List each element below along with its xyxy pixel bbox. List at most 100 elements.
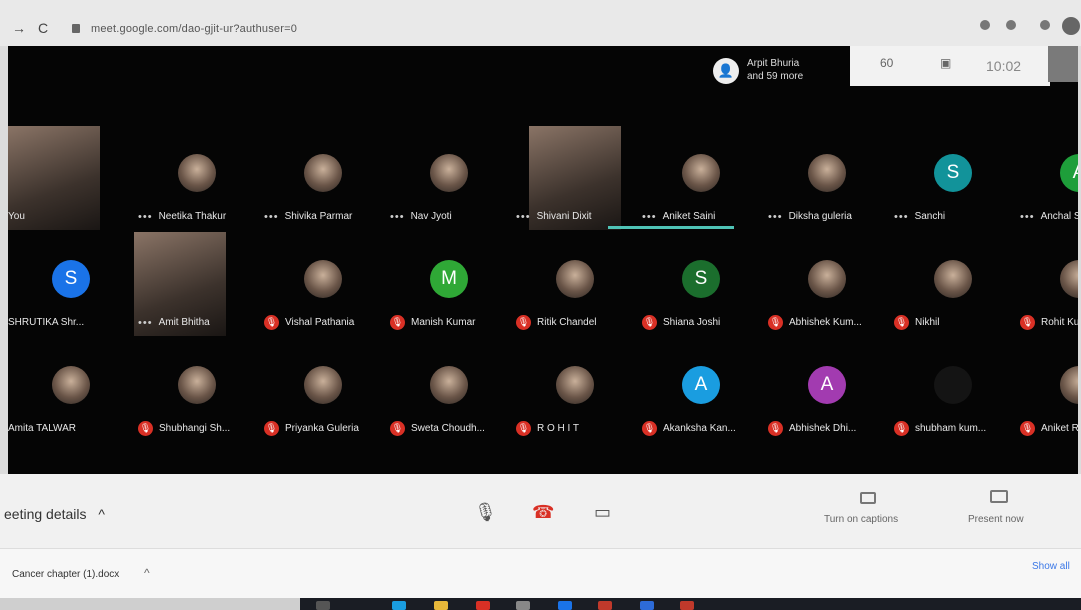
- url-text[interactable]: meet.google.com/dao-gjit-ur?authuser=0: [91, 23, 297, 35]
- more-options-icon[interactable]: •••: [390, 211, 405, 223]
- participant-avatar: S: [52, 260, 90, 298]
- more-options-icon[interactable]: •••: [894, 211, 909, 223]
- taskbar-search-area: [0, 598, 300, 610]
- participant-name: Priyanka Guleria: [285, 423, 359, 435]
- participant-tile[interactable]: 🎙 R O H I T: [512, 338, 638, 442]
- participant-name: Manish Kumar: [411, 317, 476, 329]
- more-options-icon[interactable]: •••: [1020, 211, 1035, 223]
- people-count-icon[interactable]: 60: [880, 56, 893, 70]
- participant-name: Ritik Chandel: [537, 317, 597, 329]
- more-options-icon[interactable]: •••: [768, 211, 783, 223]
- captions-icon[interactable]: [860, 492, 876, 504]
- participant-tile[interactable]: 🎙 Vishal Pathania: [260, 232, 386, 336]
- chrome-icon[interactable]: [476, 601, 490, 610]
- participant-name-row: 🎙 Rohit Kum: [1016, 314, 1078, 330]
- download-file-name[interactable]: Cancer chapter (1).docx: [12, 569, 119, 580]
- search-icon[interactable]: [316, 601, 330, 610]
- participant-name: Amita TALWAR: [8, 423, 76, 435]
- profile-avatar[interactable]: [1062, 17, 1080, 35]
- participant-tile[interactable]: 🎙 Aniket Ran: [1016, 338, 1078, 442]
- participant-name-row: 🎙 Sweta Choudh...: [386, 420, 512, 436]
- edge-icon[interactable]: [392, 601, 406, 610]
- participant-avatar: A: [1060, 154, 1078, 192]
- more-options-icon[interactable]: •••: [138, 211, 153, 223]
- participant-tile[interactable]: ••• Amit Bhitha: [134, 232, 260, 336]
- participant-tile[interactable]: ••• Diksha guleria: [764, 126, 890, 230]
- participant-tile[interactable]: ••• Aniket Saini: [638, 126, 764, 230]
- participant-tile[interactable]: You: [8, 126, 134, 230]
- microphone-icon[interactable]: 🎙: [474, 502, 497, 523]
- participant-tile[interactable]: S ••• Sanchi: [890, 126, 1016, 230]
- top-right-panel: 60 ▣ 10:02: [850, 46, 1050, 86]
- participant-tile[interactable]: ••• Nav Jyoti: [386, 126, 512, 230]
- participant-tile[interactable]: 🎙 Abhishek Kum...: [764, 232, 890, 336]
- participant-avatar: [934, 366, 972, 404]
- meeting-details-button[interactable]: eeting details ^: [4, 506, 105, 522]
- participant-avatar: [556, 366, 594, 404]
- participant-tile[interactable]: 🎙 Nikhil: [890, 232, 1016, 336]
- mic-off-icon: 🎙: [138, 421, 153, 436]
- user-icon: 👤: [713, 58, 739, 84]
- participant-tile[interactable]: A 🎙 Akanksha Kan...: [638, 338, 764, 442]
- participant-tile[interactable]: 🎙 Rohit Kum: [1016, 232, 1078, 336]
- participant-name-row: You: [8, 208, 134, 224]
- pdf-icon[interactable]: [680, 601, 694, 610]
- participant-name: SHRUTIKA Shr...: [8, 317, 85, 329]
- participant-name-row: 🎙 Aniket Ran: [1016, 420, 1078, 436]
- folder-icon[interactable]: [434, 601, 448, 610]
- more-options-icon[interactable]: •••: [642, 211, 657, 223]
- participant-name-row: 🎙 Priyanka Guleria: [260, 420, 386, 436]
- participant-tile[interactable]: S 🎙 Shiana Joshi: [638, 232, 764, 336]
- mic-off-icon: 🎙: [894, 315, 909, 330]
- hang-up-icon[interactable]: ☎: [532, 502, 554, 523]
- participant-tile[interactable]: 🎙 Shubhangi Sh...: [134, 338, 260, 442]
- show-all-link[interactable]: Show all: [1032, 561, 1070, 572]
- more-options-icon[interactable]: •••: [264, 211, 279, 223]
- more-options-icon[interactable]: •••: [516, 211, 531, 223]
- mic-off-icon: 🎙: [390, 315, 405, 330]
- participant-tile[interactable]: M 🎙 Manish Kumar: [386, 232, 512, 336]
- participant-avatar: [1060, 260, 1078, 298]
- participant-avatar: S: [934, 154, 972, 192]
- reload-icon[interactable]: C: [38, 20, 48, 36]
- store-icon[interactable]: [516, 601, 530, 610]
- participant-avatar: [304, 366, 342, 404]
- participant-tile[interactable]: 🎙 shubham kum...: [890, 338, 1016, 442]
- participant-name: Rohit Kum: [1041, 317, 1078, 329]
- participant-tile[interactable]: A 🎙 Abhishek Dhi...: [764, 338, 890, 442]
- extension-icon[interactable]: [1006, 20, 1016, 30]
- camera-icon[interactable]: ▭: [594, 502, 611, 523]
- participant-avatar: [430, 154, 468, 192]
- participant-tile[interactable]: ••• Neetika Thakur: [134, 126, 260, 230]
- participant-tile[interactable]: 🎙 Ritik Chandel: [512, 232, 638, 336]
- mail-icon[interactable]: [558, 601, 572, 610]
- present-button-label[interactable]: Present now: [968, 514, 1024, 525]
- participants-summary[interactable]: 👤 Arpit Bhuria and 59 more: [713, 54, 853, 88]
- forward-icon[interactable]: →: [12, 20, 26, 36]
- word-icon[interactable]: [640, 601, 654, 610]
- taskbar: [300, 598, 1081, 610]
- participant-tile[interactable]: S SHRUTIKA Shr...: [8, 232, 134, 336]
- browser-toolbar: → C meet.google.com/dao-gjit-ur?authuser…: [0, 0, 1081, 46]
- participant-name: Aniket Ran: [1041, 423, 1078, 435]
- participant-tile[interactable]: 🎙 Sweta Choudh...: [386, 338, 512, 442]
- participant-tile[interactable]: Amita TALWAR: [8, 338, 134, 442]
- participant-tile[interactable]: ••• Shivani Dixit: [512, 126, 638, 230]
- camera-indicator-icon[interactable]: [980, 20, 990, 30]
- participant-tile[interactable]: A ••• Anchal Sh: [1016, 126, 1078, 230]
- participant-tile[interactable]: ••• Shivika Parmar: [260, 126, 386, 230]
- participant-avatar: S: [682, 260, 720, 298]
- participant-name: Anchal Sh: [1040, 211, 1078, 223]
- chat-icon[interactable]: ▣: [940, 56, 951, 70]
- more-options-icon[interactable]: •••: [138, 317, 153, 329]
- participant-avatar: [1060, 366, 1078, 404]
- puzzle-icon[interactable]: [1040, 20, 1050, 30]
- active-speaker-indicator: [608, 226, 734, 229]
- captions-button-label[interactable]: Turn on captions: [824, 514, 898, 525]
- participant-name-row: 🎙 Shubhangi Sh...: [134, 420, 260, 436]
- participant-name: Diksha guleria: [788, 211, 852, 223]
- participant-tile[interactable]: 🎙 Priyanka Guleria: [260, 338, 386, 442]
- app-icon[interactable]: [598, 601, 612, 610]
- present-icon[interactable]: [990, 490, 1008, 503]
- chevron-up-icon[interactable]: ^: [144, 566, 150, 580]
